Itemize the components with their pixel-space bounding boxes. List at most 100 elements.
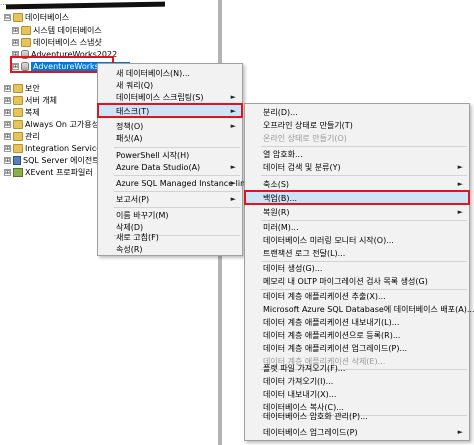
menu-item-facets[interactable]: 패싯(A) [98, 132, 242, 145]
tree-node-xevent-profiler[interactable]: ⊞ XEvent 프로파일러 [4, 166, 93, 178]
folder-icon [13, 143, 23, 153]
menu-item-label: 새 쿼리(Q) [116, 81, 154, 90]
submenu-arrow-icon: ► [230, 163, 236, 171]
menu-item-label: 축소(S) [263, 180, 290, 189]
menu-item-label: 데이터 가져오기(I)... [263, 377, 334, 386]
menu-item-label: 데이터베이스 업그레이드(P) [263, 428, 358, 437]
tree-node-label: Always On 고가용성 [25, 119, 99, 129]
tree-node-security[interactable]: ⊞ 보안 [4, 82, 40, 94]
menu-item-label: 보고서(P) [116, 195, 150, 204]
highlight-box-backup [244, 190, 470, 205]
menu-item-upgrade-dac[interactable]: 데이터 계층 애플리케이션 업그레이드(P)... [245, 342, 469, 355]
highlight-box-tasks [97, 103, 243, 118]
tree-node-server-objects[interactable]: ⊞ 서버 개체 [4, 94, 57, 106]
menu-item-upgrade-database[interactable]: 데이터베이스 업그레이드(P) ► [245, 426, 469, 439]
menu-item-mirroring-monitor[interactable]: 데이터베이스 미러링 모니터 시작(O)... [245, 234, 469, 247]
submenu-arrow-icon: ► [457, 163, 463, 171]
database-context-menu: 새 데이터베이스(N)... 새 쿼리(Q) 데이터베이스 스크립팅(S) ► 태… [97, 63, 250, 256]
menu-item-oltp-checklist[interactable]: 메모리 내 OLTP 마이그레이션 검사 목록 생성(G) [245, 275, 469, 288]
tree-node-label: XEvent 프로파일러 [25, 167, 93, 177]
menu-item-label: 오프라인 상태로 만들기(T) [263, 121, 353, 130]
expand-icon[interactable]: ⊞ [4, 84, 11, 92]
menu-item-label: 온라인 상태로 만들기(O) [263, 134, 347, 143]
menu-item-label: PowerShell 시작(H) [116, 151, 190, 160]
menu-item-extract-dac[interactable]: 데이터 계층 애플리케이션 추출(X)... [245, 290, 469, 303]
expand-icon[interactable]: ⊞ [4, 120, 11, 128]
menu-item-label: Microsoft Azure SQL Database에 데이터베이스 배포(… [263, 305, 474, 314]
menu-item-label: 데이터 계층 애플리케이션 업그레이드(P)... [263, 344, 408, 353]
menu-item-label: 패싯(A) [116, 134, 143, 143]
menu-item-label: 데이터 검색 및 분류(Y) [263, 163, 341, 172]
tree-node-database-snapshots[interactable]: ⊞ 데이터베이스 스냅샷 [12, 36, 102, 48]
folder-icon [21, 37, 31, 47]
tree-node-label: 복제 [25, 107, 40, 117]
menu-item-detach[interactable]: 분리(D)... [245, 106, 469, 119]
menu-item-log-shipping[interactable]: 트랜잭션 로그 전달(L)... [245, 247, 469, 260]
tree-node-always-on[interactable]: ⊞ Always On 고가용성 [4, 118, 99, 130]
redaction-bar [5, 1, 165, 10]
menu-item-label: 분리(D)... [263, 108, 298, 117]
menu-item-azure-sql-mi-link[interactable]: Azure SQL Managed Instance link ► [98, 177, 250, 190]
expand-icon[interactable]: ⊞ [4, 144, 11, 152]
menu-item-deploy-azure-sql[interactable]: Microsoft Azure SQL Database에 데이터베이스 배포(… [245, 303, 474, 316]
submenu-arrow-icon: ► [230, 179, 236, 187]
expand-icon[interactable]: ⊞ [12, 26, 19, 34]
tree-node-replication[interactable]: ⊞ 복제 [4, 106, 40, 118]
menu-separator [114, 147, 240, 148]
menu-separator [261, 175, 467, 176]
submenu-arrow-icon: ► [457, 208, 463, 216]
folder-icon [13, 95, 23, 105]
menu-item-encrypt-columns[interactable]: 열 암호화... [245, 148, 469, 161]
menu-item-bring-online[interactable]: 온라인 상태로 만들기(O) [245, 132, 469, 145]
menu-item-data-discovery[interactable]: 데이터 검색 및 분류(Y) ► [245, 161, 469, 174]
menu-item-properties[interactable]: 속성(R) [98, 243, 242, 256]
menu-item-label: 속성(R) [116, 245, 143, 254]
menu-item-label: 데이터베이스 암호화 관리(P)... [263, 412, 368, 421]
menu-item-restore[interactable]: 복원(R) ► [245, 206, 469, 219]
tree-node-sql-server-agent[interactable]: ⊞ SQL Server 에이전트 [4, 154, 100, 166]
menu-item-label: 데이터베이스 스크립팅(S) [116, 93, 204, 102]
expand-icon[interactable]: ⊞ [12, 38, 19, 46]
expand-icon[interactable]: ⊞ [4, 132, 11, 140]
menu-separator [114, 175, 240, 176]
menu-item-label: 정책(O) [116, 122, 144, 131]
menu-item-import-flat-file[interactable]: 플랫 파일 가져오기(F)... [245, 362, 469, 375]
menu-item-label: 트랜잭션 로그 전달(L)... [263, 249, 346, 258]
collapse-icon[interactable]: ⊟ [4, 13, 11, 21]
menu-item-take-offline[interactable]: 오프라인 상태로 만들기(T) [245, 119, 469, 132]
menu-item-generate-data[interactable]: 데이터 생성(G)... [245, 262, 469, 275]
tree-node-label: 데이터베이스 [25, 12, 70, 22]
tree-node-label: 시스템 데이터베이스 [33, 25, 102, 35]
expand-icon[interactable]: ⊞ [4, 156, 11, 164]
menu-item-azure-data-studio[interactable]: Azure Data Studio(A) ► [98, 161, 242, 174]
server-node-redacted[interactable]: ... [0, 0, 165, 10]
tree-node-management[interactable]: ⊞ 관리 [4, 130, 40, 142]
xevent-icon [13, 167, 23, 177]
menu-item-label: 메모리 내 OLTP 마이그레이션 검사 목록 생성(G) [263, 277, 428, 286]
submenu-arrow-icon: ► [457, 180, 463, 188]
menu-item-label: 미러(M)... [263, 223, 299, 232]
expand-icon[interactable]: ⊞ [4, 168, 11, 176]
menu-item-manage-encryption[interactable]: 데이터베이스 암호화 관리(P)... [245, 410, 469, 423]
tree-node-system-databases[interactable]: ⊞ 시스템 데이터베이스 [12, 24, 102, 36]
expand-icon[interactable]: ⊞ [4, 108, 11, 116]
menu-item-reports[interactable]: 보고서(P) ► [98, 193, 242, 206]
submenu-arrow-icon: ► [230, 93, 236, 101]
tree-node-label: 서버 개체 [25, 95, 57, 105]
menu-item-label: 복원(R) [263, 208, 290, 217]
menu-item-label: 데이터베이스 미러링 모니터 시작(O)... [263, 236, 394, 245]
folder-icon [13, 12, 23, 22]
server-icon [13, 155, 21, 165]
menu-item-label: 이름 바꾸기(M) [116, 211, 169, 220]
menu-item-export-data[interactable]: 데이터 내보내기(X)... [245, 388, 469, 401]
menu-item-register-dac[interactable]: 데이터 계층 애플리케이션으로 등록(R)... [245, 329, 469, 342]
menu-item-label: 데이터 계층 애플리케이션 내보내기(L)... [263, 318, 400, 327]
menu-item-mirror[interactable]: 미러(M)... [245, 221, 469, 234]
menu-item-import-data[interactable]: 데이터 가져오기(I)... [245, 375, 469, 388]
tree-node-label: 보안 [25, 83, 40, 93]
tree-node-databases[interactable]: ⊟ 데이터베이스 [4, 11, 69, 23]
expand-icon[interactable]: ⊞ [4, 96, 11, 104]
menu-item-label: 열 암호화... [263, 150, 303, 159]
menu-separator [114, 207, 240, 208]
menu-item-export-dac[interactable]: 데이터 계층 애플리케이션 내보내기(L)... [245, 316, 469, 329]
